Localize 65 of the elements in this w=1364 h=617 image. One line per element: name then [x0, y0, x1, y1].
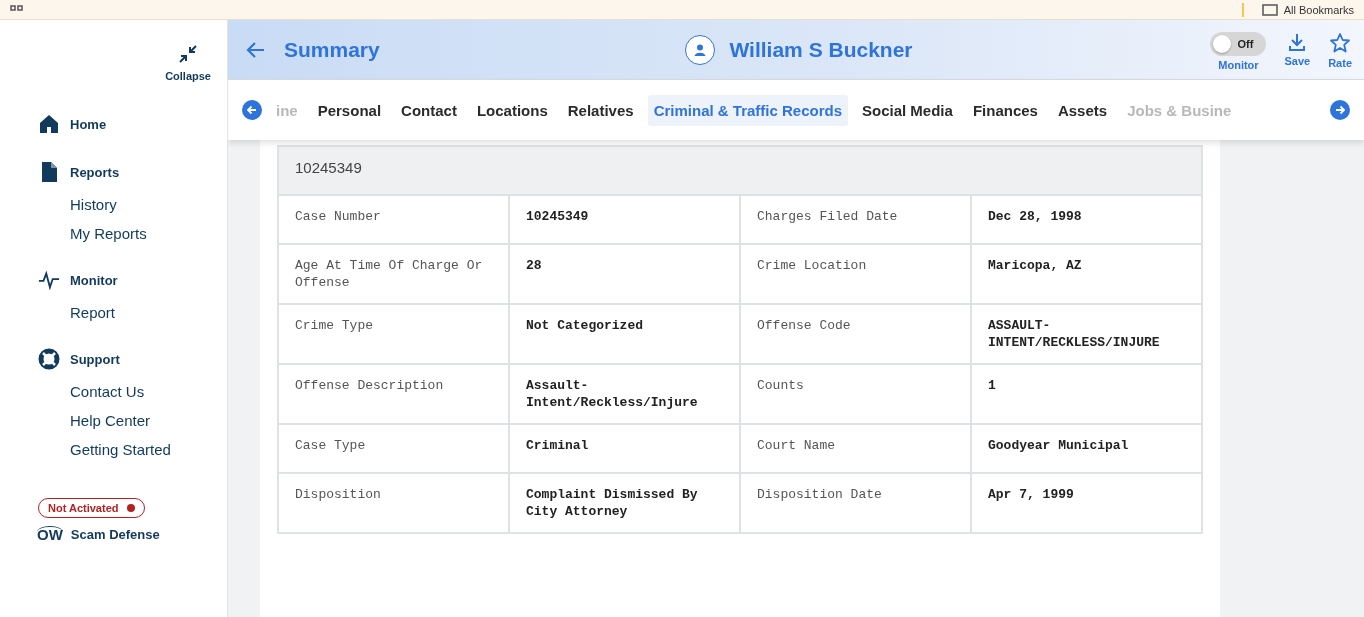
- field-label: Offense Code: [740, 304, 971, 364]
- field-label: Offense Description: [278, 364, 509, 424]
- field-label: Charges Filed Date: [740, 195, 971, 244]
- section-tab[interactable]: Social Media: [856, 94, 959, 126]
- section-tab[interactable]: Criminal & Traffic Records: [647, 94, 848, 126]
- field-value: Criminal: [509, 424, 740, 473]
- section-tab[interactable]: Relatives: [561, 94, 640, 126]
- field-value: 10245349: [509, 195, 740, 244]
- section-tab[interactable]: Personal: [311, 94, 388, 126]
- field-value: Apr 7, 1999: [971, 473, 1202, 533]
- sidebar-item[interactable]: History: [70, 196, 227, 213]
- scroll-right-icon[interactable]: [1330, 100, 1350, 120]
- document-icon: [40, 162, 58, 182]
- sidebar-item[interactable]: Help Center: [70, 412, 227, 429]
- field-label: Age At Time Of Charge Or Offense: [278, 244, 509, 304]
- field-label: Crime Type: [278, 304, 509, 364]
- sidebar-heading[interactable]: Reports: [70, 164, 120, 180]
- sidebar-heading[interactable]: Scam Defense: [70, 526, 160, 542]
- field-value: Complaint Dismissed By City Attorney: [509, 473, 740, 533]
- bookmarks-link[interactable]: All Bookmarks: [1283, 3, 1354, 16]
- field-value: Dec 28, 1998: [971, 195, 1202, 244]
- back-arrow-icon[interactable]: [246, 39, 266, 60]
- sidebar-heading[interactable]: Support: [70, 351, 120, 367]
- rate-button[interactable]: Rate: [1328, 32, 1352, 69]
- brand-logo: OW: [37, 526, 63, 542]
- person-name: William S Buckner: [729, 37, 913, 62]
- sidebar-item[interactable]: My Reports: [70, 225, 227, 242]
- sidebar-item[interactable]: Getting Started: [70, 441, 227, 458]
- record-heading: 10245349: [278, 146, 1202, 195]
- scroll-left-icon[interactable]: [242, 100, 262, 120]
- section-tab[interactable]: Finances: [966, 94, 1044, 126]
- sidebar-heading[interactable]: Monitor: [70, 272, 118, 288]
- section-tab[interactable]: Locations: [470, 94, 554, 126]
- home-icon: [39, 114, 59, 134]
- field-label: Case Number: [278, 195, 509, 244]
- field-value: ASSAULT-INTENT/RECKLESS/INJURE: [971, 304, 1202, 364]
- field-label: Case Type: [278, 424, 509, 473]
- avatar-icon: [685, 34, 716, 65]
- save-button[interactable]: Save: [1284, 32, 1311, 67]
- page-title: Summary: [284, 37, 380, 62]
- sidebar-item[interactable]: Report: [70, 304, 227, 321]
- field-value: 1: [971, 364, 1202, 424]
- field-label: Disposition Date: [740, 473, 971, 533]
- field-value: 28: [509, 244, 740, 304]
- monitor-label: Monitor: [1218, 59, 1259, 71]
- pulse-icon: [38, 270, 60, 290]
- sidebar-item[interactable]: Contact Us: [70, 383, 227, 400]
- download-icon: [1287, 32, 1308, 52]
- field-label: Crime Location: [740, 244, 971, 304]
- field-value: Assault-Intent/Reckless/Injure: [509, 364, 740, 424]
- lifebuoy-icon: [38, 348, 60, 370]
- section-tab[interactable]: Assets: [1051, 94, 1114, 126]
- field-label: Court Name: [740, 424, 971, 473]
- field-label: Disposition: [278, 473, 509, 533]
- collapse-button[interactable]: Collapse: [165, 44, 211, 82]
- sidebar-heading[interactable]: Home: [70, 116, 107, 132]
- collapse-icon: [178, 44, 199, 64]
- folder-icon: [1261, 3, 1278, 16]
- monitor-toggle[interactable]: Off: [1210, 32, 1267, 56]
- star-icon: [1329, 32, 1352, 54]
- section-tab[interactable]: Contact: [395, 94, 463, 126]
- field-value: Not Categorized: [509, 304, 740, 364]
- field-label: Counts: [740, 364, 971, 424]
- field-value: Maricopa, AZ: [971, 244, 1202, 304]
- field-value: Goodyear Municipal: [971, 424, 1202, 473]
